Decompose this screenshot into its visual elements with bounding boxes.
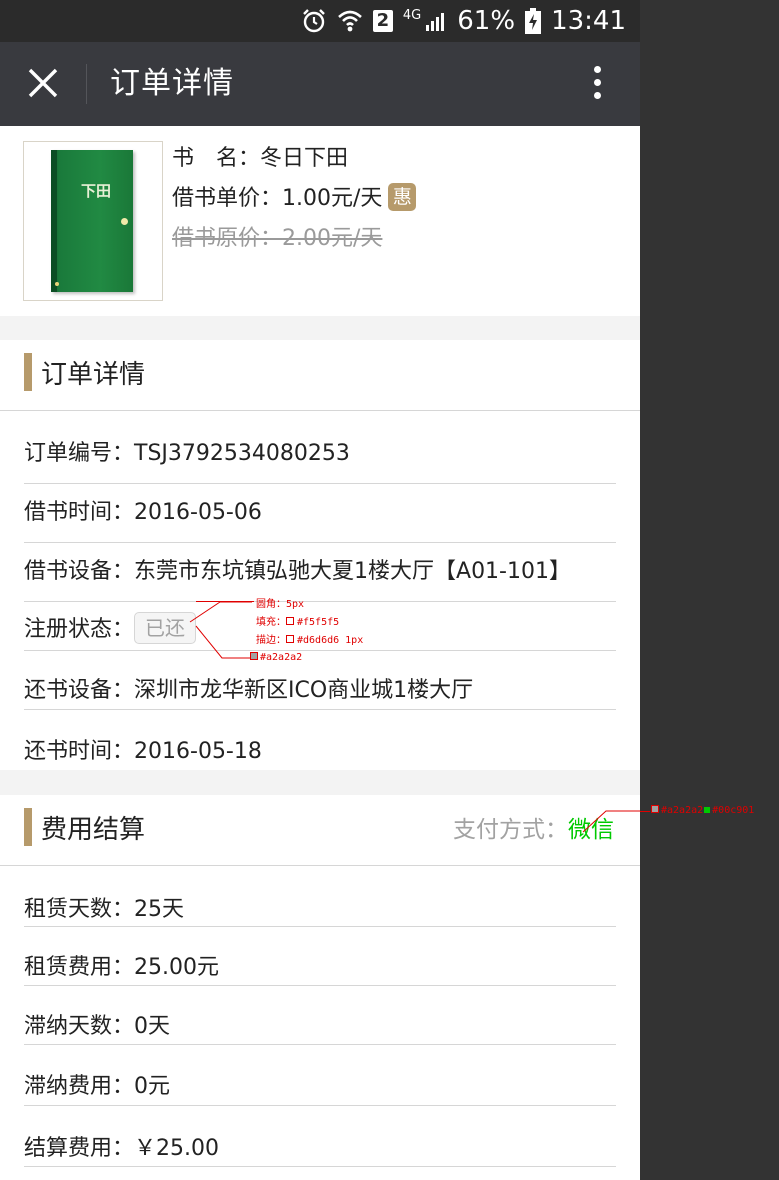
annotation-stroke: 描边： #d6d6d6 1px [256,635,364,646]
annotation-leaders [189,601,640,833]
annotation-fill: 填充： #f5f5f5 [256,617,340,628]
annotation-text-color: #a2a2a2 [250,652,302,663]
annotation-line [640,811,650,812]
annotation-payment-colors: #a2a2a2 #00c901 [651,805,754,816]
phone-screen: 2 4G 61% 13:41 订单详情 下田 书 名：冬日下田 借书单价：1.0… [0,0,640,1180]
annotation-radius: 圆角：5px [256,599,305,610]
